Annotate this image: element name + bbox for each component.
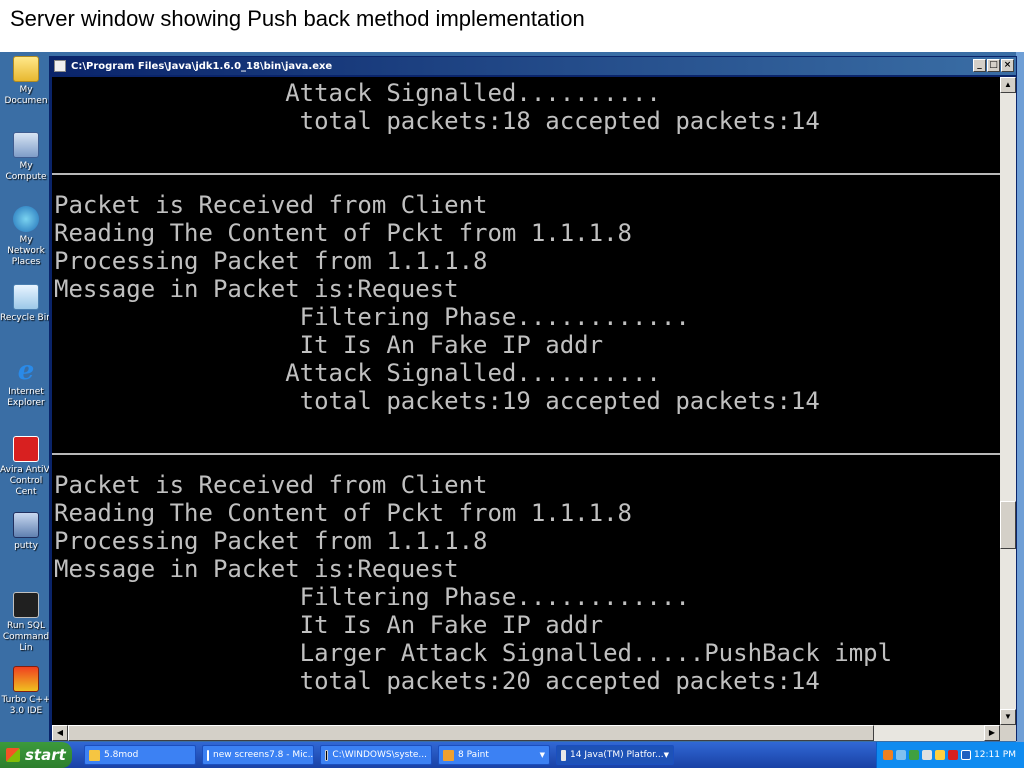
maximize-button[interactable]: □ (987, 59, 1000, 72)
cmd-icon (325, 749, 329, 761)
window-controls: _ □ × (973, 59, 1014, 72)
console-line: Packet is Received from Client (54, 191, 488, 219)
console-separator (52, 453, 1000, 455)
folder-icon (13, 56, 39, 82)
taskbar-item-label: new screens7.8 - Mic... (213, 750, 314, 760)
java-icon (561, 749, 567, 761)
desktop-icon-recycle-bin[interactable]: Recycle Bin (0, 284, 52, 324)
start-label: start (25, 746, 66, 764)
desktop-icon-label: My Network Places (7, 235, 45, 267)
windows-logo-icon (6, 748, 20, 762)
desktop: My Documen My Compute My Network Places … (0, 52, 1024, 768)
desktop-icon-label: Avira AntiVi Control Cent (0, 465, 52, 497)
clock: 12:11 PM (974, 750, 1016, 760)
taskbar-item-word[interactable]: new screens7.8 - Mic... (202, 745, 314, 765)
horizontal-scroll-thumb[interactable] (68, 725, 874, 741)
tray-volume-icon[interactable] (935, 750, 945, 760)
horizontal-scrollbar[interactable]: ◀ ▶ (52, 725, 1000, 741)
desktop-icon-label: My Documen (4, 85, 48, 106)
desktop-icon-label: Turbo C++ 3.0 IDE (1, 695, 51, 716)
desktop-icon-putty[interactable]: putty (0, 512, 52, 552)
avira-icon (13, 436, 39, 462)
network-icon (13, 206, 39, 232)
chevron-down-icon: ▼ (663, 751, 669, 759)
minimize-button[interactable]: _ (973, 59, 986, 72)
tray-speaker-icon[interactable] (922, 750, 932, 760)
desktop-icon-run-sql[interactable]: Run SQL Command Lin (0, 592, 52, 654)
desktop-icon-label: putty (14, 541, 38, 551)
console-line: Processing Packet from 1.1.1.8 (54, 247, 488, 275)
desktop-icon-my-network-places[interactable]: My Network Places (0, 206, 52, 268)
console-line: Message in Packet is:Request (54, 555, 459, 583)
desktop-icon-avira[interactable]: Avira AntiVi Control Cent (0, 436, 52, 498)
desktop-icon-turbo-cpp[interactable]: Turbo C++ 3.0 IDE (0, 666, 52, 717)
sql-icon (13, 592, 39, 618)
tray-shield-icon[interactable] (961, 750, 971, 760)
slide-title: Server window showing Push back method i… (10, 6, 585, 31)
taskbar-item-cmd[interactable]: C:\WINDOWS\syste... (320, 745, 432, 765)
taskbar-item-label: 5.8mod (104, 750, 139, 760)
taskbar-item-paint[interactable]: 8 Paint ▼ (438, 745, 550, 765)
console-line: Reading The Content of Pckt from 1.1.1.8 (54, 499, 632, 527)
scroll-right-icon[interactable]: ▶ (984, 725, 1000, 741)
console-line: Attack Signalled.......... (54, 359, 661, 387)
vertical-scroll-thumb[interactable] (1000, 501, 1016, 549)
console-line: Packet is Received from Client (54, 471, 488, 499)
console-line: Larger Attack Signalled.....PushBack imp… (54, 639, 893, 667)
scroll-down-icon[interactable]: ▼ (1000, 709, 1016, 725)
console-line: Filtering Phase............ (54, 583, 690, 611)
taskbar-item-label: 14 Java(TM) Platfor... (570, 750, 664, 760)
console-line: Processing Packet from 1.1.1.8 (54, 527, 488, 555)
taskbar-item-java[interactable]: 14 Java(TM) Platfor... ▼ (556, 745, 674, 765)
computer-icon (13, 132, 39, 158)
console-line: It Is An Fake IP addr (54, 331, 604, 359)
desktop-icons: My Documen My Compute My Network Places … (0, 52, 52, 742)
tray-network-icon[interactable] (896, 750, 906, 760)
console-separator (52, 173, 1000, 175)
console-output[interactable]: Attack Signalled.......... total packets… (52, 77, 1000, 725)
start-button[interactable]: start (0, 742, 72, 768)
turbo-cpp-icon (13, 666, 39, 692)
recycle-bin-icon (13, 284, 39, 310)
tray-monitor-icon[interactable] (909, 750, 919, 760)
console-line: Reading The Content of Pckt from 1.1.1.8 (54, 219, 632, 247)
system-tray: 12:11 PM (876, 742, 1024, 768)
taskbar-item-label: C:\WINDOWS\syste... (332, 750, 427, 760)
scroll-left-icon[interactable]: ◀ (52, 725, 68, 741)
resize-grip-icon[interactable] (1000, 725, 1016, 741)
console-line: total packets:20 accepted packets:14 (54, 667, 820, 695)
tray-avira-icon[interactable] (948, 750, 958, 760)
desktop-icon-my-computer[interactable]: My Compute (0, 132, 52, 183)
desktop-background-strip (1016, 52, 1024, 742)
word-icon (207, 749, 209, 761)
console-line: Message in Packet is:Request (54, 275, 459, 303)
desktop-icon-label: Internet Explorer (7, 387, 45, 408)
taskbar-item-label: 8 Paint (458, 750, 489, 760)
desktop-icon-my-documents[interactable]: My Documen (0, 56, 52, 107)
console-line: Filtering Phase............ (54, 303, 690, 331)
putty-icon (13, 512, 39, 538)
desktop-icon-label: Recycle Bin (0, 313, 52, 323)
console-line: Attack Signalled.......... (54, 79, 661, 107)
scroll-up-icon[interactable]: ▲ (1000, 77, 1016, 93)
desktop-icon-label: Run SQL Command Lin (2, 621, 50, 653)
internet-explorer-icon: e (17, 356, 35, 386)
window-title: C:\Program Files\Java\jdk1.6.0_18\bin\ja… (71, 60, 333, 72)
console-line: It Is An Fake IP addr (54, 611, 604, 639)
console-line: total packets:19 accepted packets:14 (54, 387, 820, 415)
console-line: total packets:18 accepted packets:14 (54, 107, 820, 135)
taskbar: start 5.8mod new screens7.8 - Mic... C:\… (0, 742, 1024, 768)
chevron-down-icon: ▼ (539, 751, 545, 759)
java-console-window: C:\Program Files\Java\jdk1.6.0_18\bin\ja… (49, 56, 1017, 741)
tray-app-icon[interactable] (883, 750, 893, 760)
taskbar-item-5-8mod[interactable]: 5.8mod (84, 745, 196, 765)
java-app-icon (54, 60, 66, 72)
desktop-icon-label: My Compute (5, 161, 47, 182)
paint-icon (443, 749, 454, 761)
close-button[interactable]: × (1001, 59, 1014, 72)
window-titlebar[interactable]: C:\Program Files\Java\jdk1.6.0_18\bin\ja… (50, 57, 1016, 75)
vertical-scrollbar[interactable]: ▲ ▼ (1000, 77, 1016, 725)
folder-icon (89, 749, 100, 761)
desktop-icon-internet-explorer[interactable]: e Internet Explorer (0, 358, 52, 409)
